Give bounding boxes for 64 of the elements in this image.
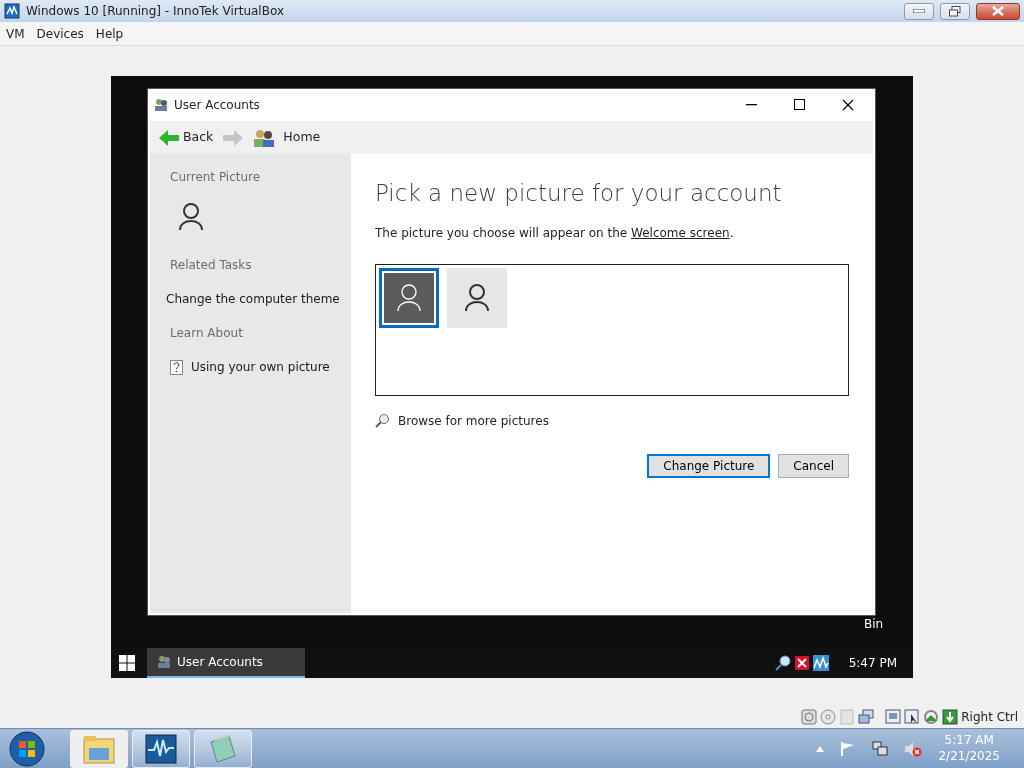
help-link[interactable]: Using your own picture: [191, 358, 330, 376]
users-icon: [154, 98, 168, 112]
section-heading: Current Picture: [170, 169, 262, 186]
menu-item[interactable]: Devices: [30, 24, 90, 43]
window-title: User Accounts: [174, 97, 261, 114]
home-button[interactable]: Home: [252, 127, 322, 148]
windows-icon: [858, 708, 875, 725]
error-icon: [794, 656, 809, 670]
window-title: Windows 10 [Running] - InnoTek VirtualBox: [26, 3, 285, 20]
picture-option[interactable]: [447, 267, 507, 328]
close-icon: [992, 6, 1004, 16]
help-icon: [170, 359, 183, 375]
search-icon: [375, 413, 390, 429]
back-arrow-icon: [159, 129, 179, 146]
cd-icon: [820, 708, 837, 725]
user-icon: [396, 282, 422, 313]
back-button[interactable]: Back: [158, 127, 215, 148]
user-icon: [178, 202, 204, 232]
network-icon: [923, 708, 940, 725]
user-icon: [464, 282, 490, 313]
taskbar-item[interactable]: User Accounts: [147, 648, 305, 678]
app-icon: [4, 3, 20, 19]
network-icon[interactable]: [872, 740, 889, 757]
clock-text: 5:17 AM: [943, 732, 995, 749]
date-text: 2/21/2025: [938, 748, 1000, 765]
cancel-button[interactable]: Cancel: [778, 453, 849, 478]
clock-text: 5:47 PM: [848, 655, 897, 672]
notepad-icon: [207, 733, 239, 764]
windows-logo-icon: [9, 730, 45, 767]
browse-link[interactable]: Browse for more pictures: [398, 411, 549, 430]
minimize-icon: [746, 104, 758, 106]
floppy-icon: [839, 708, 856, 725]
welcome-screen-link[interactable]: Welcome screen: [631, 225, 730, 240]
description-text: The picture you choose will appear on the Welcome screen.: [375, 224, 735, 242]
monitor-icon: [145, 733, 177, 764]
host-key-label: Right Ctrl: [961, 708, 1018, 726]
page-heading: Pick a new picture for your account: [375, 180, 783, 208]
windows-logo-icon: [119, 655, 135, 671]
restore-icon: [949, 5, 961, 17]
download-icon: [942, 708, 959, 725]
task-link[interactable]: Change the computer theme: [166, 290, 351, 308]
minimize-button[interactable]: [904, 2, 934, 20]
maximize-icon: [794, 99, 806, 111]
forward-arrow-icon: [223, 130, 244, 146]
users-icon: [157, 655, 171, 669]
section-heading: Related Tasks: [170, 257, 253, 274]
monitor-taskbar-button[interactable]: [132, 729, 190, 768]
close-button[interactable]: [976, 2, 1020, 20]
display-icon: [885, 708, 902, 725]
menu-item[interactable]: VM: [0, 24, 31, 43]
pointer-icon: [904, 708, 921, 725]
restore-button[interactable]: [940, 2, 970, 20]
change-picture-button[interactable]: Change Picture: [647, 453, 771, 478]
menu-item[interactable]: Help: [89, 24, 130, 43]
users-icon: [253, 128, 276, 147]
desktop-icon-label: Bin: [864, 617, 884, 631]
minimize-icon: [913, 9, 925, 13]
chart-icon: [812, 655, 829, 671]
picture-option[interactable]: [379, 267, 439, 328]
close-icon: [842, 99, 854, 111]
muted-speaker-icon[interactable]: [904, 740, 923, 757]
folder-icon: [83, 733, 115, 764]
magnifier-icon: [774, 655, 791, 671]
section-heading: Learn About: [170, 325, 244, 342]
